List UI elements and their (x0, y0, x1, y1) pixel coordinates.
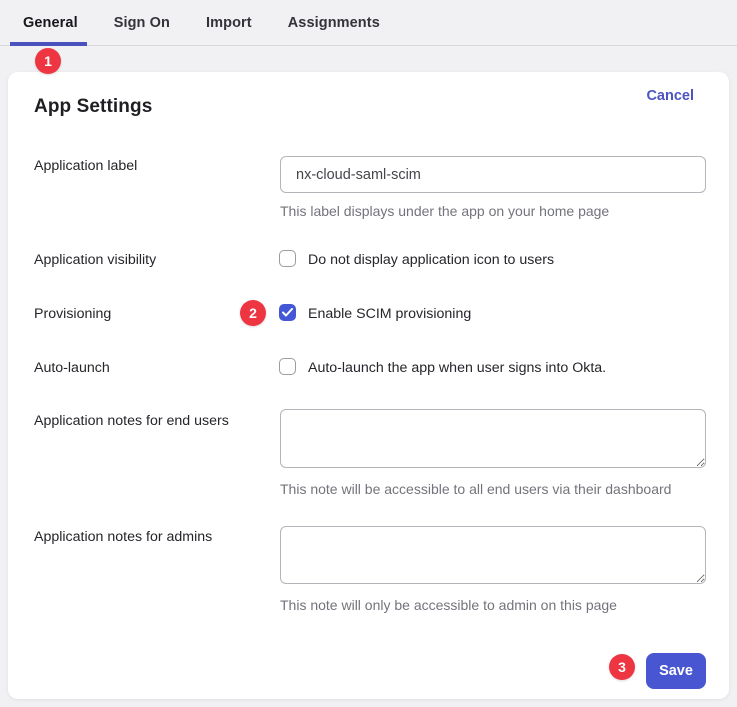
notes-admins-label: Application notes for admins (34, 529, 212, 546)
provisioning-label: Provisioning (34, 306, 111, 323)
page: General Sign On Import Assignments 1 2 3… (0, 0, 737, 707)
notes-end-users-textarea[interactable] (280, 409, 706, 468)
cancel-link[interactable]: Cancel (646, 88, 694, 104)
tab-assignments[interactable]: Assignments (288, 15, 380, 31)
enable-scim-provisioning-checkbox[interactable] (279, 304, 296, 321)
tab-bar: General Sign On Import Assignments (0, 0, 737, 46)
auto-launch-label: Auto-launch (34, 360, 110, 377)
checkmark-icon (282, 308, 293, 317)
tab-import[interactable]: Import (206, 15, 252, 31)
app-settings-panel: App Settings Cancel Application label Th… (8, 72, 729, 699)
notes-admins-textarea[interactable] (280, 526, 706, 584)
application-visibility-checkbox-label: Do not display application icon to users (308, 252, 554, 269)
active-tab-indicator (10, 42, 87, 46)
application-label-label: Application label (34, 158, 137, 175)
application-label-input[interactable] (280, 156, 706, 193)
step-badge-1: 1 (35, 48, 61, 74)
step-badge-3: 3 (609, 654, 635, 680)
notes-end-users-help: This note will be accessible to all end … (280, 481, 671, 498)
tab-sign-on[interactable]: Sign On (114, 15, 170, 31)
application-visibility-checkbox[interactable] (279, 250, 296, 267)
page-title: App Settings (34, 96, 152, 118)
notes-end-users-label: Application notes for end users (34, 413, 229, 430)
application-label-help: This label displays under the app on you… (280, 203, 609, 220)
application-visibility-label: Application visibility (34, 252, 156, 269)
step-badge-2: 2 (240, 300, 266, 326)
auto-launch-checkbox[interactable] (279, 358, 296, 375)
save-button[interactable]: Save (646, 653, 706, 689)
auto-launch-checkbox-label: Auto-launch the app when user signs into… (308, 360, 606, 377)
enable-scim-provisioning-checkbox-label: Enable SCIM provisioning (308, 306, 471, 323)
tab-general[interactable]: General (23, 15, 78, 31)
notes-admins-help: This note will only be accessible to adm… (280, 597, 617, 614)
